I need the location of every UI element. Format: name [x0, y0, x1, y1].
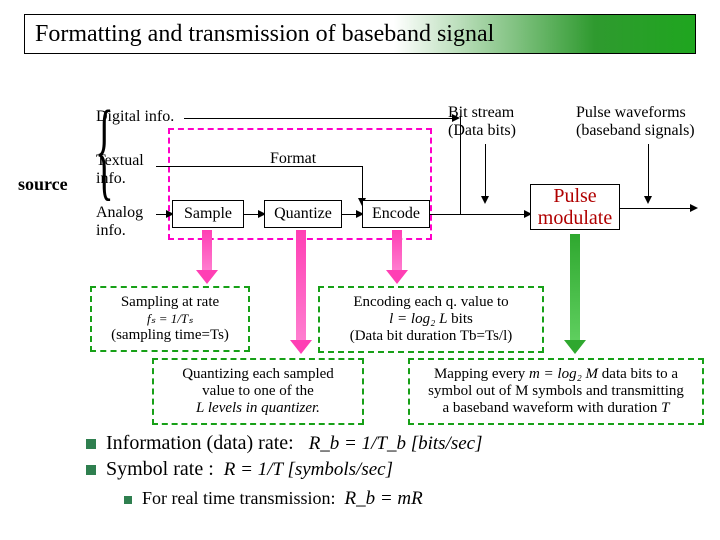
pink-arrow-icon: [296, 230, 306, 342]
encode-block: Encode: [362, 200, 430, 228]
info-rate-bullet: Information (data) rate: R_b = 1/T_b [bi…: [86, 432, 483, 455]
pulsewave-label: Pulse waveforms (baseband signals): [576, 104, 695, 140]
info-rate-eq: R_b = 1/T_b [bits/sec]: [309, 433, 483, 454]
symbol-rate-bullet: Symbol rate : R = 1/T [symbols/sec]: [86, 458, 393, 481]
symbol-rate-eq: R = 1/T [symbols/sec]: [224, 459, 393, 480]
quantize-block: Quantize: [264, 200, 342, 228]
quant-l3: L levels in quantizer.: [162, 400, 354, 417]
sample-block: Sample: [172, 200, 244, 228]
pink-arrow-icon: [392, 230, 402, 272]
arrow-down-icon: [481, 196, 489, 204]
map-l3: a baseband waveform with duration T: [418, 400, 694, 417]
digital-info-label: Digital info.: [96, 108, 174, 126]
encoding-bits: bits: [447, 311, 472, 327]
realtime-eq: R_b = mR: [344, 488, 422, 509]
encoding-l2: (Data bit duration Tb=Ts/l): [328, 328, 534, 345]
bitstream-l1: Bit stream: [448, 104, 514, 121]
realtime-bullet: For real time transmission: R_b = mR: [124, 488, 423, 510]
quantizing-note: Quantizing each sampled value to one of …: [152, 358, 364, 425]
encoding-eq: l = log₂ L: [389, 311, 447, 327]
pink-arrow-icon: [202, 230, 212, 272]
pulse-l1: Pulse: [553, 185, 596, 207]
textual-flow-line: [156, 166, 362, 167]
textual-flow-vline: [362, 166, 363, 200]
bullet-icon: [86, 439, 96, 449]
pulse-l2: modulate: [538, 207, 612, 229]
pulsewave-l2: (baseband signals): [576, 122, 695, 139]
sampling-l2: (sampling time=Ts): [100, 327, 240, 344]
pulsewave-pointer: [648, 144, 649, 198]
bitstream-label: Bit stream (Data bits): [448, 104, 516, 140]
source-label: source: [18, 174, 68, 195]
map-l1: Mapping every m = log₂ M data bits to a: [418, 366, 694, 383]
arrow-down-icon: [644, 196, 652, 204]
flow-line: [430, 214, 528, 215]
map-l2: symbol out of M symbols and transmitting: [418, 383, 694, 400]
bitstream-pointer: [485, 144, 486, 198]
arrow-icon: [690, 204, 698, 212]
encoding-l1: Encoding each q. value to: [328, 294, 534, 311]
green-arrow-icon: [570, 234, 580, 342]
pulse-modulate-block: Pulse modulate: [530, 184, 620, 230]
digital-flow-line: [184, 118, 454, 119]
textual-info-label: Textual info.: [96, 152, 156, 188]
bitstream-l2: (Data bits): [448, 122, 516, 139]
quant-l1: Quantizing each sampled: [162, 366, 354, 383]
quant-l2: value to one of the: [162, 383, 354, 400]
sampling-note: Sampling at rate fₛ = 1/Tₛ (sampling tim…: [90, 286, 250, 352]
encoding-note: Encoding each q. value to l = log₂ L bit…: [318, 286, 544, 353]
sampling-l1: Sampling at rate: [100, 294, 240, 311]
page-title: Formatting and transmission of baseband …: [35, 21, 494, 48]
pulsewave-l1: Pulse waveforms: [576, 104, 686, 121]
bullet-icon: [86, 465, 96, 475]
output-flow-line: [620, 208, 694, 209]
title-bar: Formatting and transmission of baseband …: [24, 14, 696, 54]
sampling-eq: fₛ = 1/Tₛ: [100, 311, 240, 327]
analog-info-label: Analog info.: [96, 204, 156, 240]
encoding-eq-line: l = log₂ L bits: [328, 311, 534, 328]
bullet-icon: [124, 496, 132, 504]
mapping-note: Mapping every m = log₂ M data bits to a …: [408, 358, 704, 425]
